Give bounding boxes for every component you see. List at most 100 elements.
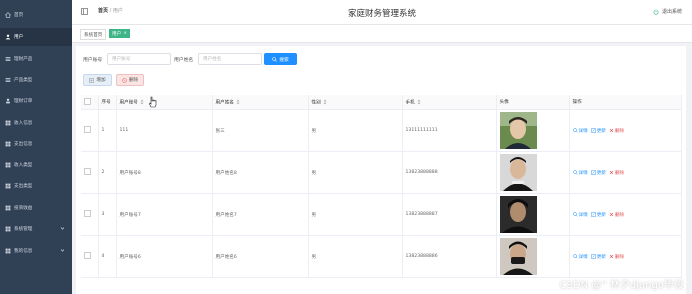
main-panel: 用户账号 用户账号 用户姓名 用户姓名 搜索 增加 删除 序号 用户账号 用户姓… <box>76 46 686 294</box>
sidebar-item-investment[interactable]: 投资收益 <box>0 199 72 217</box>
add-button[interactable]: 增加 <box>83 74 112 86</box>
batch-delete-button[interactable]: 删除 <box>116 74 144 86</box>
list-icon <box>5 77 11 83</box>
delete-button[interactable]: 删除 <box>609 170 624 176</box>
detail-button[interactable]: 详情 <box>572 212 588 218</box>
header-index: 序号 <box>98 95 117 110</box>
close-icon[interactable]: × <box>123 31 127 36</box>
cell-phone: 13823888886 <box>402 235 497 278</box>
cell-gender: 男 <box>308 109 403 152</box>
sidebar-item-expense[interactable]: 支出信息 <box>0 135 72 153</box>
add-button-label: 增加 <box>96 78 106 83</box>
user-table: 序号 用户账号 用户姓名 性别 手机 头像 操作 1 111 张三 男 1311… <box>81 95 682 278</box>
avatar <box>499 112 537 149</box>
update-button[interactable]: 更新 <box>590 254 606 260</box>
avatar <box>499 238 537 275</box>
tab-user[interactable]: 用户 × <box>109 29 131 38</box>
logout-button[interactable]: 退出系统 <box>653 8 682 15</box>
update-button[interactable]: 更新 <box>590 170 606 176</box>
sidebar-item-income-types[interactable]: 收入类型 <box>0 156 72 174</box>
sort-icon[interactable] <box>323 99 327 105</box>
detail-button[interactable]: 详情 <box>572 128 588 134</box>
row-checkbox[interactable] <box>84 168 91 175</box>
edit-icon <box>590 170 596 175</box>
detail-button[interactable]: 详情 <box>572 170 588 176</box>
sidebar-item-label: 收入信息 <box>14 121 33 126</box>
cell-account: 111 <box>116 109 213 152</box>
sidebar-item-products[interactable]: 理财产品 <box>0 50 72 68</box>
sidebar-item-label: 用户 <box>14 35 24 40</box>
sidebar-item-system[interactable]: 系统管理 <box>0 220 72 238</box>
select-all-checkbox[interactable] <box>84 97 91 105</box>
table-row: 4 用户账号6 用户姓名6 男 13823888886 详情 更新 删除 <box>81 235 682 278</box>
tab-home-label: 系统首页 <box>84 32 103 38</box>
sidebar-item-label: 首页 <box>14 13 24 18</box>
header-phone[interactable]: 手机 <box>402 95 497 110</box>
cell-avatar <box>496 151 570 194</box>
account-search-input[interactable]: 用户账号 <box>107 53 171 65</box>
sort-icon[interactable] <box>140 99 144 105</box>
cell-index: 3 <box>98 193 117 236</box>
grid-icon <box>5 248 11 254</box>
power-icon <box>653 8 659 15</box>
sidebar-item-label: 收入类型 <box>14 163 33 168</box>
delete-button[interactable]: 删除 <box>609 128 624 134</box>
sidebar-item-orders[interactable]: 理财订单 <box>0 92 72 110</box>
search-form: 用户账号 用户账号 用户姓名 用户姓名 搜索 <box>76 53 686 67</box>
cell-avatar <box>496 235 570 278</box>
sidebar-item-home[interactable]: 首页 <box>0 6 72 24</box>
delete-button[interactable]: 删除 <box>609 212 624 218</box>
header-account[interactable]: 用户账号 <box>116 95 213 110</box>
cell-phone: 13823888888 <box>402 151 497 194</box>
header-actions: 操作 <box>569 95 682 110</box>
sort-icon[interactable] <box>417 99 421 105</box>
detail-button[interactable]: 详情 <box>572 254 588 260</box>
name-label: 用户姓名 <box>174 58 194 63</box>
cell-phone: 13823888887 <box>402 193 497 236</box>
table-row: 3 用户账号7 用户姓名7 男 13823888887 详情 更新 删除 <box>81 193 682 236</box>
sidebar-item-my-info[interactable]: 我的信息 <box>0 242 72 260</box>
header-select-all[interactable] <box>81 95 99 110</box>
cell-name: 用户姓名7 <box>212 193 309 236</box>
avatar <box>499 154 537 191</box>
row-checkbox[interactable] <box>84 252 91 259</box>
sidebar-item-label: 支出类型 <box>14 184 33 189</box>
table-header-row: 序号 用户账号 用户姓名 性别 手机 头像 操作 <box>81 95 682 110</box>
batch-delete-label: 删除 <box>128 78 139 83</box>
cell-actions: 详情 更新 删除 <box>569 109 682 152</box>
table-row: 1 111 张三 男 13111111111 详情 更新 删除 <box>81 109 682 152</box>
sidebar-item-label: 我的信息 <box>14 249 33 254</box>
update-button[interactable]: 更新 <box>590 212 606 218</box>
search-icon <box>572 254 578 259</box>
tabs-bar: 系统首页 用户 × <box>72 25 692 43</box>
cell-account: 用户账号8 <box>116 151 213 194</box>
row-checkbox[interactable] <box>84 126 91 133</box>
logout-label: 退出系统 <box>661 9 682 15</box>
sidebar-item-label: 理财产品 <box>14 57 33 62</box>
header-avatar: 头像 <box>496 95 570 110</box>
tab-home[interactable]: 系统首页 <box>80 29 107 40</box>
sidebar-item-expense-types[interactable]: 支出类型 <box>0 177 72 195</box>
grid-icon <box>5 205 11 211</box>
header-gender[interactable]: 性别 <box>308 95 403 110</box>
row-checkbox[interactable] <box>84 210 91 217</box>
sort-icon[interactable] <box>236 99 240 105</box>
edit-icon <box>590 254 596 259</box>
chevron-down-icon <box>60 249 65 252</box>
top-header: 首页 / 用户 家庭财务管理系统 退出系统 <box>72 0 692 25</box>
name-search-input[interactable]: 用户姓名 <box>198 53 262 65</box>
update-button[interactable]: 更新 <box>590 128 606 134</box>
delete-button[interactable]: 删除 <box>609 254 624 260</box>
cell-index: 1 <box>98 109 117 152</box>
header-name[interactable]: 用户姓名 <box>212 95 309 110</box>
search-button[interactable]: 搜索 <box>264 53 297 65</box>
cell-name: 用户姓名8 <box>212 151 309 194</box>
sidebar-item-product-types[interactable]: 产品类型 <box>0 71 72 89</box>
sidebar-item-label: 支出信息 <box>14 142 33 147</box>
close-icon <box>609 128 614 133</box>
sidebar-item-users[interactable]: 用户 <box>0 28 72 46</box>
sidebar-item-income[interactable]: 收入信息 <box>0 114 72 132</box>
cell-account: 用户账号7 <box>116 193 213 236</box>
chevron-down-icon <box>60 227 65 230</box>
grid-icon <box>5 120 11 126</box>
